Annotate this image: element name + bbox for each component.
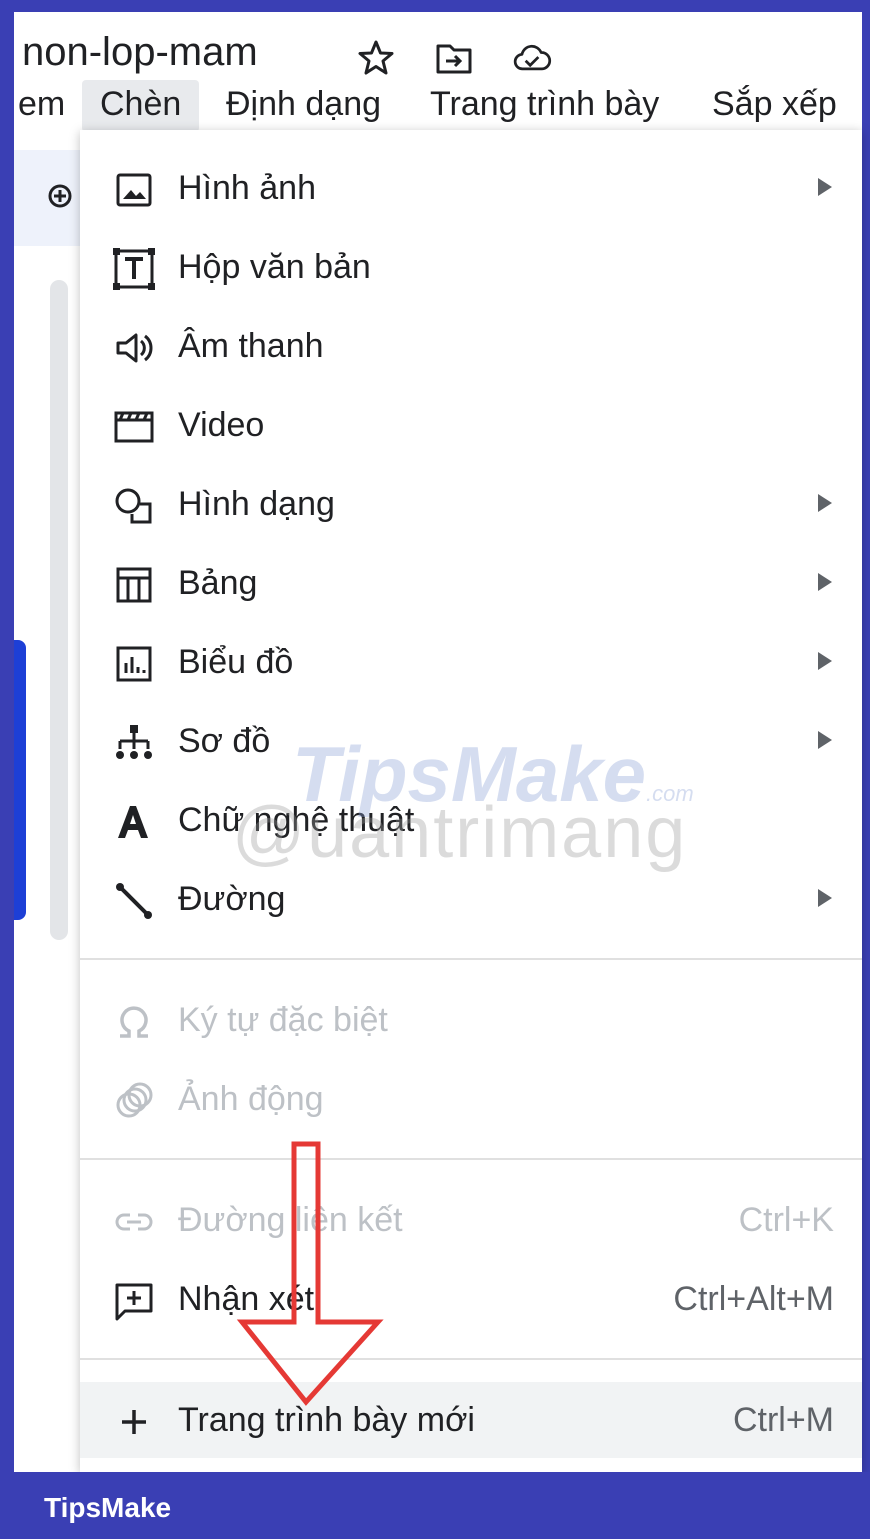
- menu-item-chart[interactable]: Biểu đồ: [80, 626, 862, 698]
- menu-item-word-art[interactable]: Chữ nghệ thuật: [80, 784, 862, 856]
- plus-icon: [122, 1410, 146, 1434]
- submenu-arrow-icon: [818, 652, 832, 670]
- menu-item-animation[interactable]: Ảnh động: [80, 1063, 862, 1135]
- text-box-icon: [113, 248, 155, 290]
- menu-insert[interactable]: Chèn: [82, 80, 200, 132]
- menu-item-label: Video: [178, 406, 265, 444]
- submenu-arrow-icon: [818, 731, 832, 749]
- screenshot-frame: non-lop-mam em Chèn Định dạng Trang trìn…: [0, 0, 870, 1539]
- link-icon: [115, 1213, 153, 1231]
- menu-item-video[interactable]: Video: [80, 389, 862, 461]
- menu-item-label: Biểu đồ: [178, 643, 294, 681]
- footer-brand: TipsMake: [44, 1492, 172, 1523]
- new-slide-icon[interactable]: [44, 180, 76, 212]
- red-annotation-arrow: [236, 1141, 384, 1406]
- shape-icon: [115, 488, 152, 524]
- shortcut-label: Ctrl+Alt+M: [673, 1280, 834, 1318]
- menu-item-label: Chữ nghệ thuật: [178, 801, 415, 839]
- video-icon: [114, 411, 154, 443]
- submenu-arrow-icon: [818, 573, 832, 591]
- brand-footer: TipsMake: [0, 1472, 870, 1539]
- audio-icon: [116, 333, 153, 363]
- menu-item-label: Hình dạng: [178, 485, 335, 523]
- star-icon[interactable]: [356, 38, 396, 78]
- add-comment-icon: [115, 1283, 153, 1321]
- submenu-arrow-icon: [818, 494, 832, 512]
- menu-item-comment[interactable]: Nhận xét Ctrl+Alt+M: [80, 1263, 862, 1335]
- menu-separator: [80, 1158, 862, 1160]
- menu-item-table[interactable]: Bảng: [80, 547, 862, 619]
- diagram-icon: [116, 725, 152, 759]
- menu-item-audio[interactable]: Âm thanh: [80, 310, 862, 382]
- word-art-icon: [118, 806, 148, 838]
- table-icon: [116, 567, 152, 603]
- insert-menu-dropdown: Hình ảnh Hộp văn bản Âm thanh Video Hình…: [80, 130, 862, 1472]
- selected-slide-indicator: [14, 640, 26, 920]
- chart-icon: [116, 646, 152, 682]
- shortcut-label: Ctrl+K: [738, 1201, 834, 1239]
- menu-view-partial[interactable]: em: [18, 80, 65, 132]
- move-to-folder-icon[interactable]: [434, 38, 474, 78]
- animation-icon: [116, 1082, 153, 1118]
- frame-border-left: [0, 0, 14, 1539]
- menu-item-link[interactable]: Đường liên kết Ctrl+K: [80, 1184, 862, 1256]
- menu-item-shape[interactable]: Hình dạng: [80, 468, 862, 540]
- menu-item-label: Ký tự đặc biệt: [178, 1001, 388, 1039]
- line-icon: [116, 883, 152, 919]
- submenu-arrow-icon: [818, 178, 832, 196]
- menu-item-label: Đường: [178, 880, 286, 918]
- menu-item-label: Bảng: [178, 564, 258, 602]
- menu-separator: [80, 1358, 862, 1360]
- slide-panel-scrollbar[interactable]: [50, 280, 68, 940]
- document-title[interactable]: non-lop-mam: [22, 32, 258, 72]
- menu-format[interactable]: Định dạng: [226, 80, 381, 132]
- menu-item-label: Hình ảnh: [178, 169, 316, 207]
- menu-item-label: Âm thanh: [178, 327, 324, 365]
- cloud-saved-icon[interactable]: [512, 38, 552, 78]
- menu-item-diagram[interactable]: Sơ đồ: [80, 705, 862, 777]
- menu-bar: em Chèn Định dạng Trang trình bày Sắp xế…: [14, 80, 862, 132]
- menu-item-text-box[interactable]: Hộp văn bản: [80, 231, 862, 303]
- menu-separator: [80, 958, 862, 960]
- menu-arrange[interactable]: Sắp xếp: [712, 80, 837, 132]
- frame-border-top: [0, 0, 870, 12]
- menu-item-label: Sơ đồ: [178, 722, 271, 760]
- menu-item-image[interactable]: Hình ảnh: [80, 152, 862, 224]
- image-icon: [116, 173, 152, 207]
- menu-item-new-slide[interactable]: Trang trình bày mới Ctrl+M: [80, 1382, 862, 1458]
- shortcut-label: Ctrl+M: [732, 1401, 834, 1439]
- menu-slide[interactable]: Trang trình bày: [430, 80, 659, 132]
- title-bar: non-lop-mam: [14, 12, 862, 80]
- menu-item-label: Ảnh động: [178, 1080, 324, 1118]
- omega-icon: [120, 1006, 148, 1038]
- frame-border-right: [862, 0, 870, 1539]
- submenu-arrow-icon: [818, 889, 832, 907]
- menu-item-special-characters[interactable]: Ký tự đặc biệt: [80, 984, 862, 1056]
- menu-item-label: Hộp văn bản: [178, 248, 371, 286]
- menu-item-line[interactable]: Đường: [80, 863, 862, 935]
